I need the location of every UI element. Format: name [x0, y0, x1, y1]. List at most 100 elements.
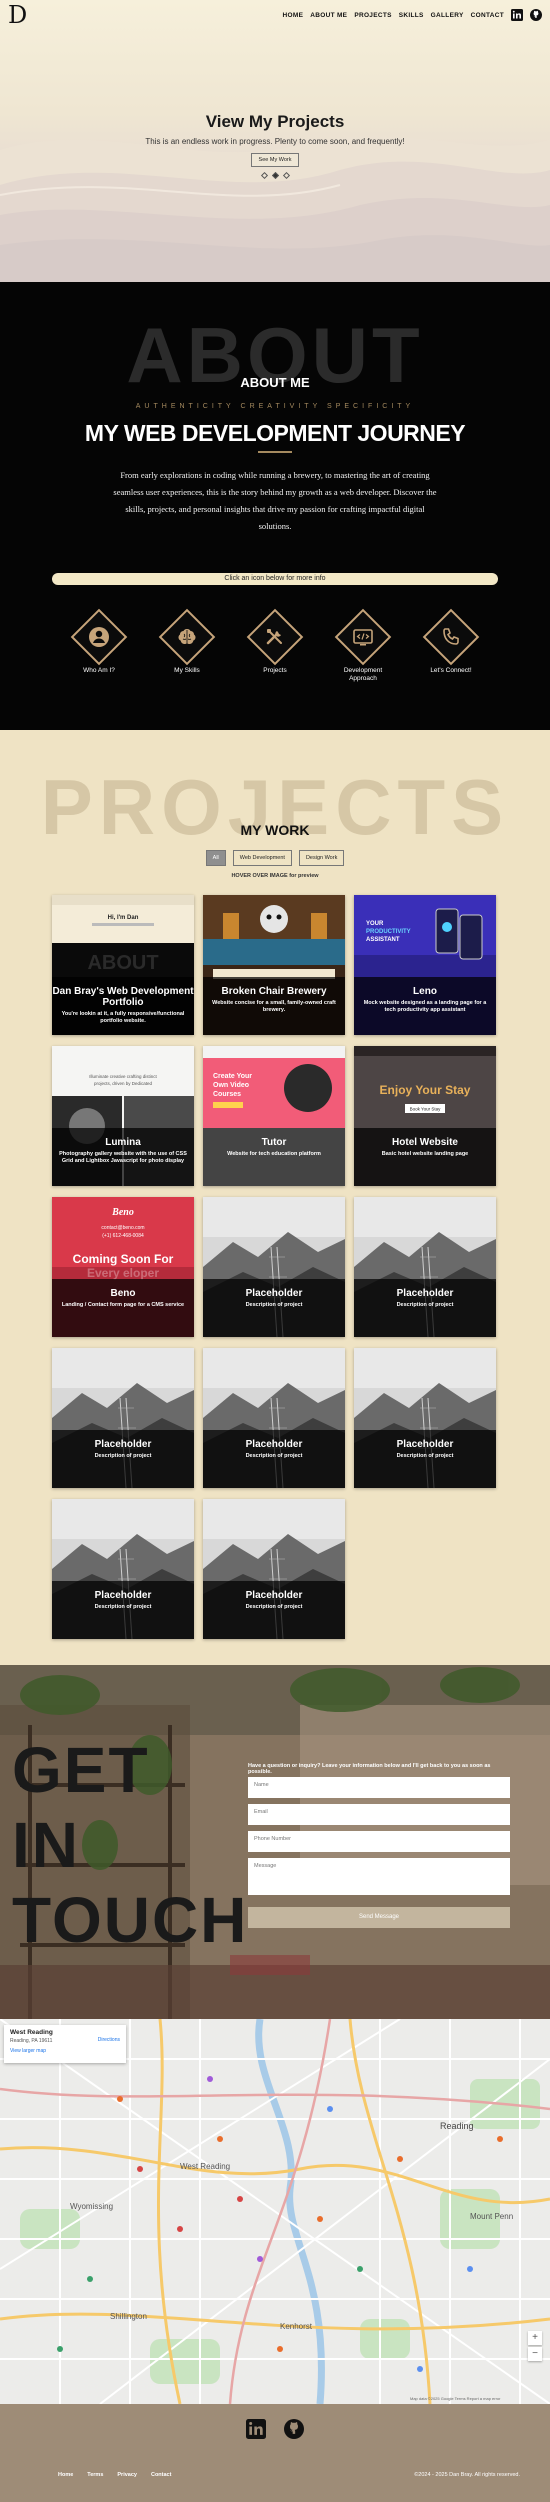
footer-link-terms[interactable]: Terms [87, 2472, 103, 2478]
about-item-who-am-i[interactable]: Who Am I? [70, 608, 128, 683]
thumb-text: Beno [111, 1207, 134, 1218]
filter-all-button[interactable]: All [205, 850, 226, 866]
about-item-development-approach[interactable]: Development Approach [334, 608, 392, 683]
project-caption: Dan Bray's Web Development Portfolio You'… [52, 977, 194, 1035]
map-place-card: West Reading Reading, PA 19611 View larg… [4, 2025, 126, 2063]
name-field[interactable]: Name [248, 1777, 510, 1798]
about-icon-row: Who Am I? My Skills Projects Development… [0, 608, 550, 683]
project-card[interactable]: Placeholder Description of project [52, 1499, 194, 1639]
github-icon[interactable] [530, 9, 542, 21]
view-larger-map-link[interactable]: View larger map [10, 2048, 120, 2054]
carousel-dot-1[interactable] [260, 171, 268, 180]
nav-link-skills[interactable]: SKILLS [399, 12, 424, 19]
project-description: Website concise for a small, family-owne… [212, 1000, 336, 1013]
nav-link-home[interactable]: HOME [283, 12, 304, 19]
linkedin-icon[interactable] [245, 2418, 267, 2440]
zoom-out-button[interactable]: − [528, 2347, 542, 2361]
about-section: ABOUT ABOUT ME AUTHENTICITY CREATIVITY S… [0, 282, 550, 730]
hero-content: View My Projects This is an endless work… [0, 112, 550, 180]
project-card[interactable]: Broken Chair Brewery Website concise for … [203, 895, 345, 1035]
project-caption: Leno Mock website designed as a landing p… [354, 977, 496, 1035]
about-item-my-skills[interactable]: My Skills [158, 608, 216, 683]
footer-links: Home Terms Privacy Contact [58, 2472, 171, 2478]
filter-design-work-button[interactable]: Design Work [298, 850, 345, 866]
see-my-work-button[interactable]: See My Work [250, 153, 300, 167]
footer-link-contact[interactable]: Contact [151, 2472, 171, 2478]
project-caption: Placeholder Description of project [203, 1279, 345, 1337]
project-caption: Broken Chair Brewery Website concise for … [203, 977, 345, 1035]
linkedin-icon[interactable] [511, 9, 523, 21]
project-description: Description of project [396, 1453, 454, 1459]
map-place-title: West Reading [10, 2029, 53, 2036]
project-card[interactable]: Beno contact@beno.com (+1) 612-468-0084 Com… [52, 1197, 194, 1337]
send-message-button[interactable]: Send Message [248, 1907, 510, 1928]
thumb-text: Enjoy Your Stay [380, 1083, 471, 1097]
project-title: Placeholder [94, 1439, 152, 1450]
project-title: Placeholder [245, 1439, 303, 1450]
github-icon[interactable] [283, 2418, 305, 2440]
project-card[interactable]: Placeholder Description of project [203, 1348, 345, 1488]
project-card[interactable]: Placeholder Description of project [354, 1197, 496, 1337]
nav-link-projects[interactable]: PROJECTS [354, 12, 391, 19]
project-title: Tutor [261, 1137, 287, 1148]
project-caption: Placeholder Description of project [203, 1430, 345, 1488]
about-tagline: AUTHENTICITY CREATIVITY SPECIFICITY [135, 403, 415, 410]
project-title: Lumina [105, 1137, 141, 1148]
project-title: Placeholder [94, 1590, 152, 1601]
project-card[interactable]: Hi, I'm Dan ABOUT Dan Bray's Web Developme… [52, 895, 194, 1035]
message-field[interactable]: Message [248, 1858, 510, 1895]
about-item-label: Who Am I? [83, 667, 115, 674]
carousel-dot-2[interactable] [271, 171, 279, 180]
email-field[interactable]: Email [248, 1804, 510, 1825]
thumb-text: Own Video [213, 1082, 249, 1089]
thumb-text: Book Your Stay [410, 1107, 442, 1112]
project-description: Description of project [245, 1302, 303, 1308]
footer-social-icons [0, 2418, 550, 2440]
project-card[interactable]: Placeholder Description of project [354, 1348, 496, 1488]
thumb-text: ABOUT [87, 952, 158, 974]
nav-link-about[interactable]: ABOUT ME [310, 12, 347, 19]
thumb-text: Every eloper [87, 1266, 159, 1280]
project-caption: Lumina Photography gallery website with t… [52, 1128, 194, 1186]
carousel-dots [0, 171, 550, 180]
about-item-lets-connect[interactable]: Let's Connect! [422, 608, 480, 683]
projects-background-word: PROJECTS [40, 763, 510, 851]
nav-link-contact[interactable]: CONTACT [471, 12, 504, 19]
project-card[interactable]: Enjoy Your Stay Book Your Stay Hotel Websi… [354, 1046, 496, 1186]
project-caption: Placeholder Description of project [52, 1581, 194, 1639]
about-divider [258, 451, 292, 453]
project-card[interactable]: Create Your Own Video Courses Tutor Website … [203, 1046, 345, 1186]
nav-links: HOME ABOUT ME PROJECTS SKILLS GALLERY CO… [283, 9, 542, 21]
project-card[interactable]: Placeholder Description of project [203, 1197, 345, 1337]
project-title: Leno [413, 986, 437, 997]
project-description: Description of project [245, 1453, 303, 1459]
carousel-dot-3[interactable] [282, 171, 290, 180]
map-embed[interactable]: West Reading Reading Wyomissing Shilling… [0, 2019, 550, 2404]
project-card[interactable]: Placeholder Description of project [52, 1348, 194, 1488]
thumb-text: projects, driven by Dedicated [94, 1081, 153, 1086]
thumb-text: YOUR [366, 921, 384, 927]
site-logo[interactable]: D [8, 3, 27, 27]
project-description: Photography gallery website with the use… [59, 1151, 187, 1164]
map-canvas[interactable]: West Reading Reading Wyomissing Shilling… [0, 2019, 550, 2404]
projects-section: PROJECTS MY WORK All Web Development Des… [0, 730, 550, 1665]
project-description: Landing / Contact form page for a CMS se… [61, 1302, 185, 1308]
zoom-in-button[interactable]: + [528, 2331, 542, 2345]
project-description: Description of project [396, 1302, 454, 1308]
filter-web-development-button[interactable]: Web Development [232, 850, 292, 866]
project-title: Beno [110, 1288, 136, 1299]
phone-field[interactable]: Phone Number [248, 1831, 510, 1852]
project-caption: Placeholder Description of project [354, 1430, 496, 1488]
project-card[interactable]: Placeholder Description of project [203, 1499, 345, 1639]
project-card[interactable]: YOUR PRODUCTIVITY ASSISTANT Leno Mock websit… [354, 895, 496, 1035]
footer-link-home[interactable]: Home [58, 2472, 73, 2478]
nav-link-gallery[interactable]: GALLERY [431, 12, 464, 19]
project-card[interactable]: Illuminate creative crafting distinct pro… [52, 1046, 194, 1186]
map-label-wyomissing: Wyomissing [70, 2202, 113, 2211]
map-label-west-reading: West Reading [180, 2162, 230, 2171]
about-heading: ABOUT ME [240, 375, 310, 390]
directions-link[interactable]: Directions [98, 2037, 120, 2043]
footer-link-privacy[interactable]: Privacy [117, 2472, 137, 2478]
thumb-text: Hi, I'm Dan [108, 915, 139, 921]
about-item-projects[interactable]: Projects [246, 608, 304, 683]
